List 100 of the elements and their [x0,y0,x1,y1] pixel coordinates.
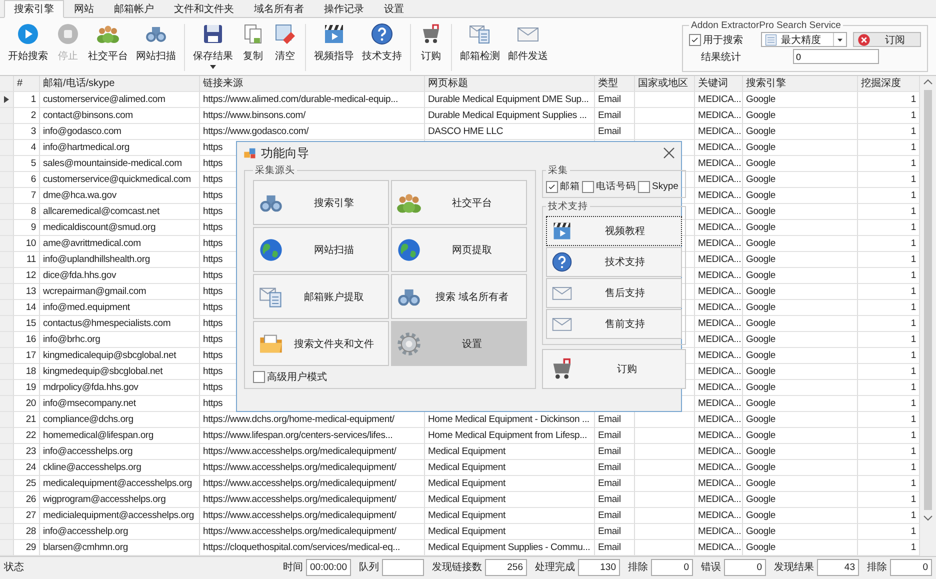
toolbar-button[interactable]: 网站扫描 [132,20,180,75]
table-cell: Google [743,284,858,300]
table-cell: medicalequipment@accesshelps.org [40,476,200,492]
source-button[interactable]: 搜索文件夹和文件 [253,321,389,366]
table-cell: info@med.equipment [40,300,200,316]
table-cell: Google [743,236,858,252]
table-cell [635,492,695,508]
table-cell [635,444,695,460]
result-stats-field[interactable]: 0 [793,49,879,64]
precision-dropdown[interactable]: 最大精度 [761,32,847,47]
toolbar-button[interactable]: 订购 [415,20,447,75]
checkbox[interactable] [253,371,265,383]
table-cell: MEDICA... [695,412,743,428]
toolbar-button[interactable]: 开始搜索 [4,20,52,75]
group-title: 采集 [547,164,569,177]
scrollbar[interactable] [920,76,936,556]
panel-title: Addon ExtractorPro Search Service [690,20,842,31]
order-button[interactable]: 订购 [542,349,686,389]
source-button[interactable]: 网站扫描 [253,227,389,272]
checkbox[interactable] [689,34,701,46]
column-header[interactable]: 链接来源 [200,76,425,92]
chevron-down-icon[interactable] [923,515,933,521]
table-cell: MEDICA... [695,156,743,172]
status-label: 队列 [359,561,379,574]
status-field [382,558,424,576]
tab[interactable]: 操作记录 [314,0,374,18]
tab[interactable]: 网站 [64,0,104,18]
table-cell: MEDICA... [695,172,743,188]
source-button[interactable]: 网页提取 [391,227,527,272]
row-indicator[interactable] [0,92,14,108]
close-icon[interactable] [663,147,675,159]
status-label: 状态 [4,560,24,574]
tab[interactable]: 文件和文件夹 [164,0,244,18]
column-header[interactable]: 国家或地区 [635,76,695,92]
table-cell: Google [743,172,858,188]
table-cell: ckline@accesshelps.org [40,460,200,476]
column-header[interactable]: 挖掘深度 [858,76,920,92]
caret-icon [210,65,216,69]
column-header[interactable]: 网页标题 [425,76,595,92]
support-button[interactable]: 售前支持 [546,309,682,339]
toolbar-button[interactable]: 邮件发送 [504,20,552,75]
column-header[interactable]: 搜索引擎 [743,76,858,92]
table-cell: dice@fda.hhs.gov [40,268,200,284]
table-cell [635,476,695,492]
source-button[interactable]: 设置 [391,321,527,366]
scroll-thumb[interactable] [924,90,932,510]
support-button[interactable]: 技术支持 [546,247,682,277]
column-header[interactable]: 类型 [595,76,635,92]
table-cell: MEDICA... [695,92,743,108]
table-cell: MEDICA... [695,492,743,508]
table-cell: 18 [14,364,40,380]
source-button[interactable]: 搜索 域名所有者 [391,274,527,319]
column-header[interactable]: # [14,76,40,92]
table-cell: https://www.accesshelps.org/medicalequipment/ [200,460,425,476]
status-field: 0 [651,558,693,576]
toolbar-button[interactable]: 邮箱检测 [456,20,504,75]
toolbar-button[interactable]: 保存结果 [189,20,237,75]
support-button[interactable]: 视频教程 [546,216,682,246]
toolbar-button[interactable]: 技术支持 [358,20,406,75]
toolbar-button[interactable]: 清空 [269,20,301,75]
table-cell: 1 [14,92,40,108]
table-cell: Google [743,444,858,460]
table-cell: Google [743,108,858,124]
table-cell: Google [743,204,858,220]
subscribe-button[interactable]: 订阅 [853,32,921,47]
table-cell: Email [595,508,635,524]
checkbox[interactable] [546,180,558,192]
toolbar-button[interactable]: 复制 [237,20,269,75]
stop-icon [56,22,80,46]
status-label: 排除 [628,560,648,574]
tab[interactable]: 搜索引擎 [4,0,64,18]
tab[interactable]: 邮箱帐户 [104,0,164,18]
table-cell: 27 [14,508,40,524]
toolbar-button[interactable]: 视频指导 [310,20,358,75]
table-cell: MEDICA... [695,476,743,492]
table-cell: 11 [14,252,40,268]
tab[interactable]: 域名所有者 [244,0,314,18]
column-header[interactable]: 邮箱/电话/skype [40,76,200,92]
status-field: 0 [724,558,766,576]
source-button[interactable]: 邮箱账户提取 [253,274,389,319]
checkbox[interactable] [638,180,650,192]
table-cell: Email [595,444,635,460]
column-header[interactable]: 关键词 [695,76,743,92]
table-cell: Medical Equipment [425,460,595,476]
table-cell: Home Medical Equipment from Lifesp... [425,428,595,444]
source-button[interactable]: 搜索引擎 [253,180,389,225]
checkbox[interactable] [582,180,594,192]
table-cell: Google [743,300,858,316]
toolbar-button[interactable]: 社交平台 [84,20,132,75]
table-cell: https://cloquethospital.com/services/medical-eq... [200,540,425,556]
source-button[interactable]: 社交平台 [391,180,527,225]
table-cell: 26 [14,492,40,508]
tab[interactable]: 设置 [374,0,414,18]
chevron-up-icon[interactable] [923,79,933,85]
table-cell: wigprogram@accesshelps.org [40,492,200,508]
table-cell: Email [595,92,635,108]
support-button[interactable]: 售后支持 [546,278,682,308]
table-cell: 12 [14,268,40,284]
table-cell: https://www.lifespan.org/centers-services/lifes... [200,428,425,444]
table-cell: Google [743,268,858,284]
